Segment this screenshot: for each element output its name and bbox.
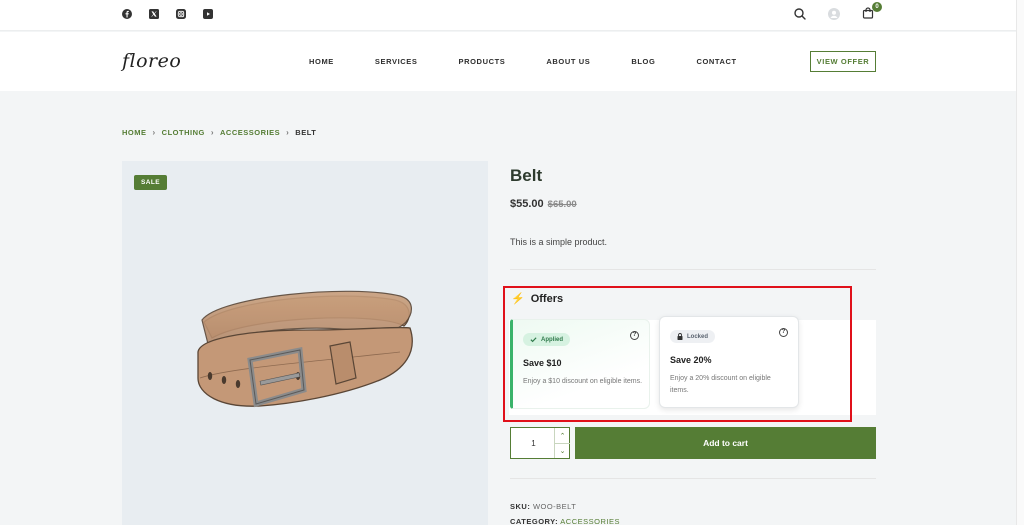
x-twitter-icon[interactable]: [149, 9, 159, 19]
add-to-cart-button[interactable]: Add to cart: [575, 427, 876, 459]
breadcrumb-separator: ›: [286, 128, 290, 137]
product-category: CATEGORY: ACCESSORIES: [510, 517, 620, 525]
scrollbar[interactable]: [1016, 0, 1024, 525]
category-link[interactable]: ACCESSORIES: [560, 517, 620, 525]
breadcrumb-home[interactable]: HOME: [122, 128, 147, 137]
sku-label: SKU:: [510, 502, 531, 511]
product-title: Belt: [510, 166, 543, 185]
main-nav: HOME SERVICES PRODUCTS ABOUT US BLOG CON…: [309, 57, 737, 66]
facebook-icon[interactable]: [122, 9, 132, 19]
view-offer-button[interactable]: VIEW OFFER: [810, 51, 876, 72]
breadcrumb-separator: ›: [152, 128, 156, 137]
quantity-stepper[interactable]: 1 ⌃ ⌄: [510, 427, 570, 459]
breadcrumb-current: BELT: [295, 128, 317, 137]
divider: [510, 269, 876, 270]
social-links: [122, 9, 213, 19]
site-header: floreo HOME SERVICES PRODUCTS ABOUT US B…: [0, 32, 1016, 91]
nav-contact[interactable]: CONTACT: [696, 57, 736, 66]
product-short-description: This is a simple product.: [510, 237, 608, 247]
quantity-buttons: ⌃ ⌄: [554, 428, 570, 458]
product-sku: SKU: WOO-BELT: [510, 502, 576, 511]
breadcrumb-separator: ›: [210, 128, 215, 137]
nav-services[interactable]: SERVICES: [375, 57, 418, 66]
sale-price: $55.00: [510, 198, 544, 210]
site-logo[interactable]: floreo: [122, 50, 181, 72]
instagram-icon[interactable]: [176, 9, 186, 19]
breadcrumb-accessories[interactable]: ACCESSORIES: [220, 128, 280, 137]
quantity-increase-button[interactable]: ⌃: [555, 428, 570, 443]
cart-count-badge: 0: [872, 2, 882, 12]
sale-badge: SALE: [134, 175, 167, 190]
belt-illustration: [197, 290, 413, 408]
quantity-input[interactable]: 1: [511, 428, 556, 458]
divider: [510, 478, 876, 479]
nav-about-us[interactable]: ABOUT US: [546, 57, 590, 66]
search-icon[interactable]: [794, 8, 806, 20]
nav-blog[interactable]: BLOG: [631, 57, 655, 66]
product-price: $55.00 $65.00: [510, 198, 577, 210]
top-bar: 0: [0, 0, 1016, 31]
nav-home[interactable]: HOME: [309, 57, 334, 66]
breadcrumb-clothing[interactable]: CLOTHING: [162, 128, 205, 137]
cart-button[interactable]: 0: [862, 2, 882, 21]
category-label: CATEGORY:: [510, 517, 559, 525]
regular-price: $65.00: [547, 199, 577, 210]
breadcrumb: HOME › CLOTHING › ACCESSORIES › BELT: [122, 128, 316, 137]
nav-products[interactable]: PRODUCTS: [459, 57, 506, 66]
offers-highlight-box: [503, 286, 852, 422]
sku-value: WOO-BELT: [532, 502, 577, 511]
user-avatar-icon[interactable]: [828, 8, 840, 20]
youtube-icon[interactable]: [203, 9, 213, 19]
header-actions: 0: [794, 2, 882, 21]
quantity-decrease-button[interactable]: ⌄: [555, 443, 570, 458]
